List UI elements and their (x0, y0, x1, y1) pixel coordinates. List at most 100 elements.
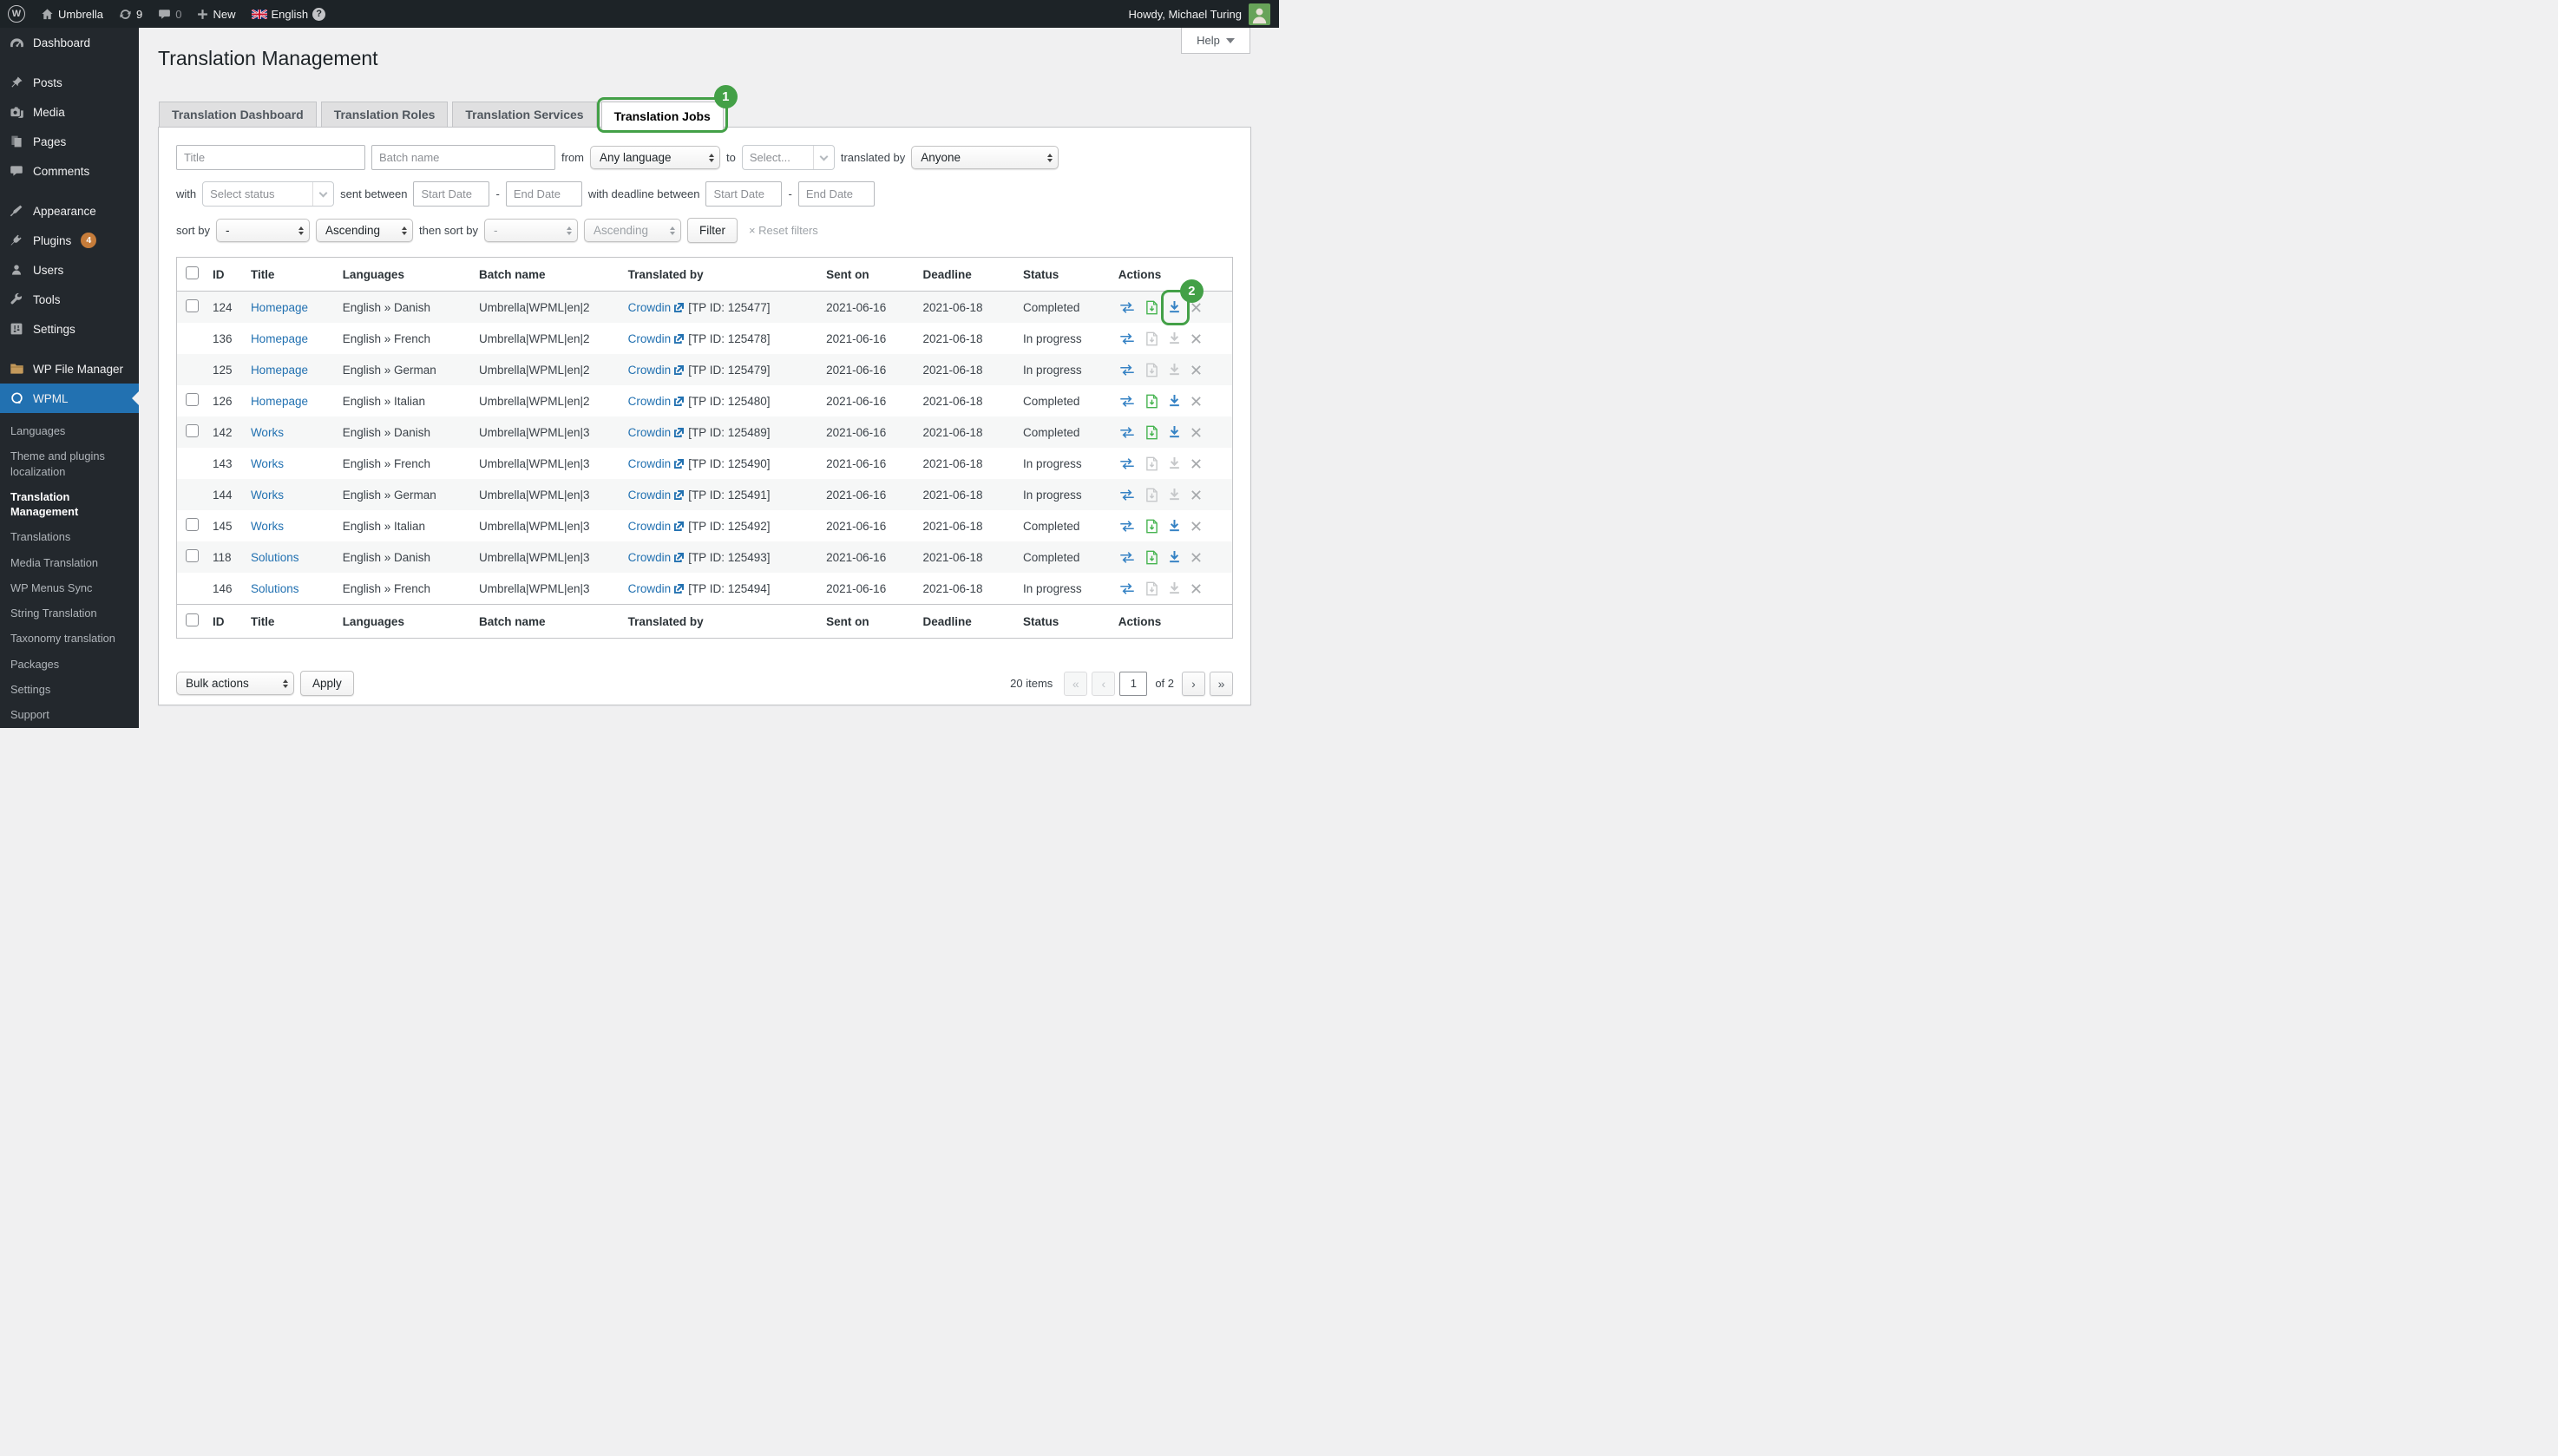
translator-link[interactable]: Crowdin (628, 364, 672, 377)
submenu-item-support[interactable]: Support (0, 702, 139, 727)
cancel-job-action[interactable] (1190, 489, 1202, 501)
job-title-link[interactable]: Homepage (251, 332, 308, 345)
view-xliff-action[interactable] (1145, 331, 1158, 346)
sidebar-item-wpml[interactable]: WPML (0, 384, 139, 413)
sync-translation-action[interactable] (1118, 395, 1136, 408)
sort-by-select[interactable]: - (216, 219, 310, 242)
sync-translation-action[interactable] (1118, 364, 1136, 377)
sync-translation-action[interactable] (1118, 582, 1136, 595)
view-xliff-action[interactable] (1145, 394, 1158, 409)
cancel-job-action[interactable] (1190, 583, 1202, 594)
cancel-job-action[interactable] (1190, 333, 1202, 344)
view-xliff-action[interactable] (1145, 519, 1158, 534)
job-title-link[interactable]: Homepage (251, 301, 308, 314)
cancel-job-action[interactable] (1190, 552, 1202, 563)
row-checkbox[interactable] (186, 549, 199, 562)
next-page-button[interactable]: › (1182, 672, 1205, 696)
submenu-item-languages[interactable]: Languages (0, 418, 139, 443)
filter-button[interactable]: Filter (687, 218, 738, 243)
sidebar-item-wp-file-manager[interactable]: WP File Manager (0, 354, 139, 384)
view-xliff-action[interactable] (1145, 456, 1158, 471)
download-translation-action[interactable] (1168, 363, 1181, 377)
view-xliff-action[interactable] (1145, 425, 1158, 440)
translator-link[interactable]: Crowdin (628, 301, 672, 314)
translator-select[interactable]: Anyone (911, 146, 1059, 169)
view-xliff-action[interactable] (1145, 363, 1158, 377)
submenu-item-string-translation[interactable]: String Translation (0, 600, 139, 626)
apply-button[interactable]: Apply (300, 671, 354, 696)
select-all-checkbox[interactable] (186, 266, 199, 279)
tab-translation-jobs[interactable]: Translation Jobs1 (601, 102, 724, 129)
job-title-link[interactable]: Solutions (251, 551, 299, 564)
row-checkbox[interactable] (186, 393, 199, 406)
tab-translation-dashboard[interactable]: Translation Dashboard (159, 102, 317, 128)
row-checkbox[interactable] (186, 424, 199, 437)
comments-indicator[interactable]: 0 (150, 0, 189, 28)
then-sort-by-select[interactable]: - (484, 219, 578, 242)
translator-link[interactable]: Crowdin (628, 551, 672, 564)
translator-link[interactable]: Crowdin (628, 457, 672, 470)
avatar[interactable] (1249, 3, 1270, 25)
sent-start-date-input[interactable] (413, 181, 489, 207)
row-checkbox[interactable] (186, 299, 199, 312)
submenu-item-theme-and-plugins-localization[interactable]: Theme and plugins localization (0, 443, 139, 484)
submenu-item-media-translation[interactable]: Media Translation (0, 550, 139, 575)
from-language-select[interactable]: Any language (590, 146, 720, 169)
translator-link[interactable]: Crowdin (628, 582, 672, 595)
download-translation-action[interactable] (1168, 425, 1181, 439)
download-translation-action[interactable]: 2 (1168, 300, 1181, 314)
first-page-button[interactable]: « (1064, 672, 1087, 696)
sidebar-item-comments[interactable]: Comments (0, 156, 139, 186)
download-translation-action[interactable] (1168, 550, 1181, 564)
sidebar-item-settings[interactable]: Settings (0, 314, 139, 344)
submenu-item-settings[interactable]: Settings (0, 677, 139, 702)
sent-end-date-input[interactable] (506, 181, 582, 207)
sync-translation-action[interactable] (1118, 301, 1136, 314)
wordpress-menu[interactable]: W (0, 0, 33, 28)
translator-link[interactable]: Crowdin (628, 520, 672, 533)
download-translation-action[interactable] (1168, 519, 1181, 533)
sync-translation-action[interactable] (1118, 457, 1136, 470)
reset-filters-link[interactable]: × Reset filters (749, 224, 818, 237)
updates-indicator[interactable]: 9 (111, 0, 150, 28)
sidebar-item-appearance[interactable]: Appearance (0, 196, 139, 226)
deadline-end-date-input[interactable] (798, 181, 875, 207)
download-translation-action[interactable] (1168, 488, 1181, 502)
sidebar-item-users[interactable]: Users (0, 255, 139, 285)
view-xliff-action[interactable] (1145, 581, 1158, 596)
tab-translation-roles[interactable]: Translation Roles (321, 102, 449, 128)
prev-page-button[interactable]: ‹ (1092, 672, 1115, 696)
download-translation-action[interactable] (1168, 331, 1181, 345)
download-translation-action[interactable] (1168, 581, 1181, 595)
translator-link[interactable]: Crowdin (628, 332, 672, 345)
deadline-start-date-input[interactable] (705, 181, 782, 207)
view-xliff-action[interactable] (1145, 300, 1158, 315)
translator-link[interactable]: Crowdin (628, 426, 672, 439)
job-title-link[interactable]: Works (251, 489, 284, 502)
bulk-actions-select[interactable]: Bulk actions (176, 672, 294, 695)
job-title-link[interactable]: Works (251, 426, 284, 439)
last-page-button[interactable]: » (1210, 672, 1233, 696)
sidebar-item-dashboard[interactable]: Dashboard (0, 28, 139, 57)
sidebar-item-posts[interactable]: Posts (0, 68, 139, 97)
submenu-item-packages[interactable]: Packages (0, 652, 139, 677)
cancel-job-action[interactable] (1190, 396, 1202, 407)
sync-translation-action[interactable] (1118, 520, 1136, 533)
tab-translation-services[interactable]: Translation Services (452, 102, 596, 128)
batch-name-filter-input[interactable] (371, 145, 555, 170)
translator-link[interactable]: Crowdin (628, 489, 672, 502)
submenu-item-translations[interactable]: Translations (0, 524, 139, 549)
download-translation-action[interactable] (1168, 394, 1181, 408)
job-title-link[interactable]: Homepage (251, 364, 308, 377)
row-checkbox[interactable] (186, 518, 199, 531)
cancel-job-action[interactable] (1190, 302, 1202, 313)
sidebar-item-tools[interactable]: Tools (0, 285, 139, 314)
new-menu[interactable]: New (189, 0, 243, 28)
view-xliff-action[interactable] (1145, 550, 1158, 565)
language-switcher[interactable]: English ? (244, 0, 334, 28)
download-translation-action[interactable] (1168, 456, 1181, 470)
sidebar-item-media[interactable]: Media (0, 97, 139, 127)
cancel-job-action[interactable] (1190, 364, 1202, 376)
submenu-item-wp-menus-sync[interactable]: WP Menus Sync (0, 575, 139, 600)
job-title-link[interactable]: Homepage (251, 395, 308, 408)
